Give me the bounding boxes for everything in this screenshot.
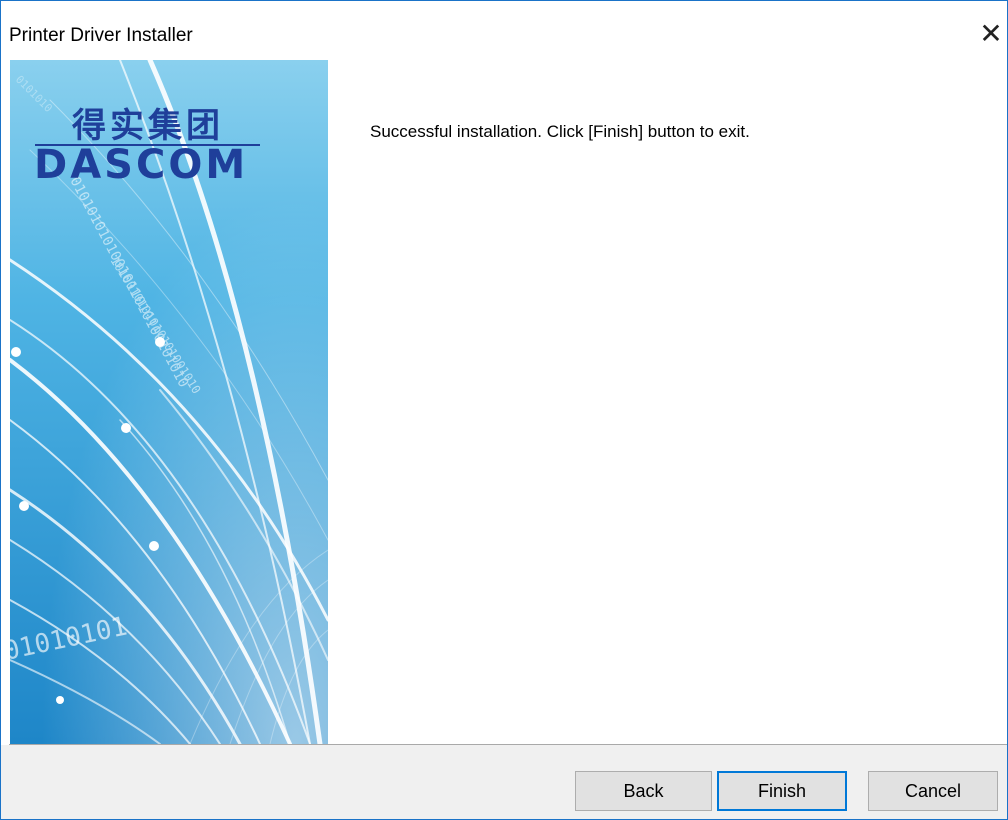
back-button[interactable]: Back [575, 771, 712, 811]
cancel-button[interactable]: Cancel [868, 771, 998, 811]
title-bar[interactable]: Printer Driver Installer ✕ [1, 1, 1007, 61]
dascom-banner-image: 0101010101001011010100101010 10100101010… [10, 60, 328, 744]
completion-message: Successful installation. Click [Finish] … [370, 122, 750, 141]
button-bar [1, 745, 1007, 819]
finish-button[interactable]: Finish [717, 771, 847, 811]
logo-chinese-text: 得实集团 [72, 106, 224, 146]
close-icon[interactable]: ✕ [976, 19, 1006, 49]
logo-dascom: DASCOM [34, 142, 249, 188]
window-title: Printer Driver Installer [9, 25, 193, 46]
installer-window: Printer Driver Installer ✕ 0101010101001… [0, 0, 1008, 820]
